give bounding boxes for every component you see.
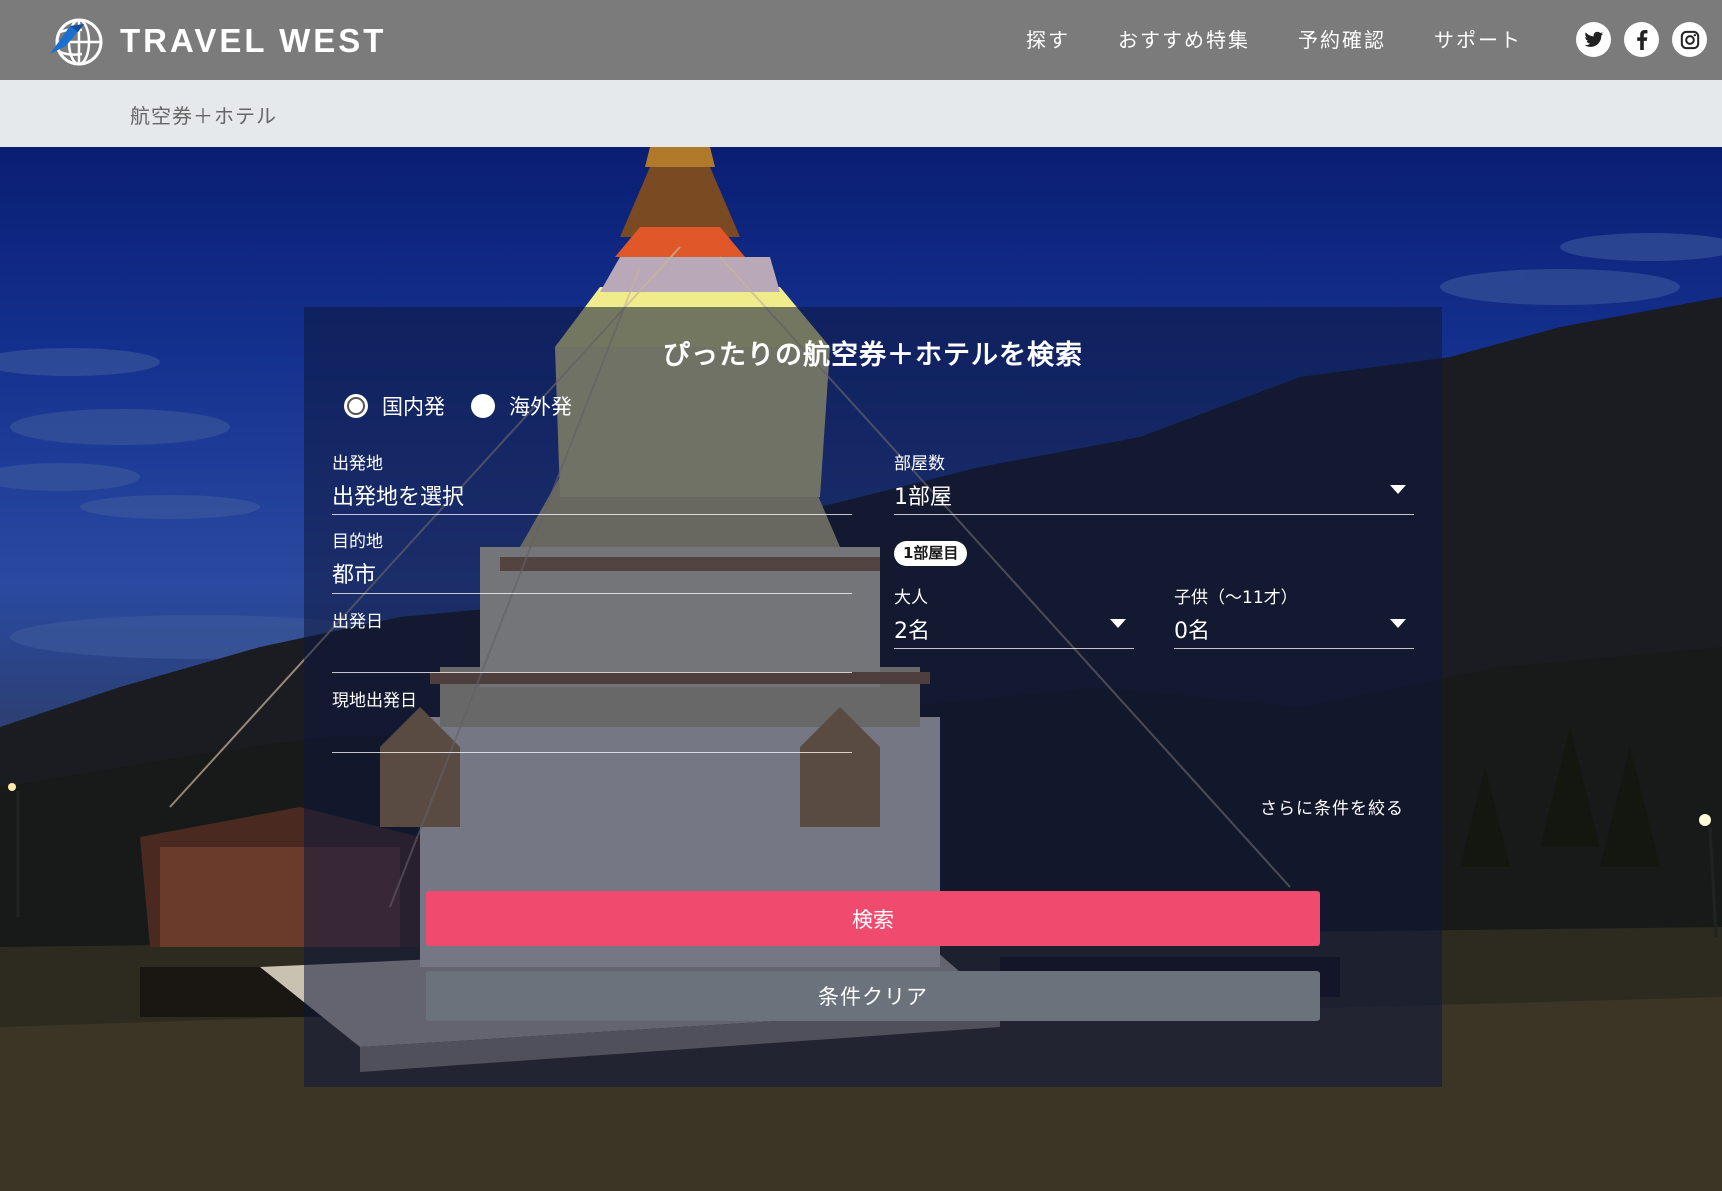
children-value: 0名 bbox=[1174, 619, 1210, 644]
brand-name: TRAVEL WEST bbox=[120, 22, 387, 59]
departure-value: 出発地を選択 bbox=[332, 485, 465, 510]
radio-domestic-label: 国内発 bbox=[382, 395, 445, 419]
departure-field[interactable]: 出発地 出発地を選択 bbox=[332, 449, 852, 515]
radio-domestic-circle[interactable] bbox=[344, 394, 368, 418]
radio-overseas-label: 海外発 bbox=[509, 395, 572, 419]
rooms-label: 部屋数 bbox=[894, 454, 945, 474]
main-nav: 探す おすすめ特集 予約確認 サポート bbox=[1026, 24, 1522, 53]
facebook-icon[interactable] bbox=[1624, 22, 1659, 57]
origin-radio-group: 国内発 海外発 bbox=[344, 391, 598, 421]
room-number-badge: 1部屋目 bbox=[894, 541, 968, 566]
radio-overseas-circle[interactable] bbox=[471, 394, 495, 418]
children-select[interactable]: 子供（〜11才） 0名 bbox=[1174, 583, 1414, 649]
site-header: TRAVEL WEST 探す おすすめ特集 予約確認 サポート bbox=[0, 0, 1722, 80]
adults-select[interactable]: 大人 2名 bbox=[894, 583, 1134, 649]
adults-value: 2名 bbox=[894, 619, 930, 644]
chevron-down-icon bbox=[1110, 619, 1126, 628]
destination-label: 目的地 bbox=[332, 532, 383, 552]
local-depart-date-label: 現地出発日 bbox=[332, 691, 417, 711]
search-panel: ぴったりの航空券＋ホテルを検索 国内発 海外発 出発地 出発地を選択 目的地 都… bbox=[304, 307, 1442, 1087]
nav-item-search[interactable]: 探す bbox=[1026, 24, 1070, 53]
search-button[interactable]: 検索 bbox=[426, 891, 1320, 946]
search-panel-title: ぴったりの航空券＋ホテルを検索 bbox=[663, 340, 1083, 371]
depart-date-field[interactable]: 出発日 bbox=[332, 607, 852, 673]
chevron-down-icon bbox=[1390, 485, 1406, 494]
rooms-select[interactable]: 部屋数 1部屋 bbox=[894, 449, 1414, 515]
destination-value: 都市 bbox=[332, 563, 377, 588]
chevron-down-icon bbox=[1390, 619, 1406, 628]
nav-item-features[interactable]: おすすめ特集 bbox=[1118, 24, 1250, 53]
more-conditions-link[interactable]: さらに条件を絞る bbox=[1260, 794, 1404, 819]
globe-logo-icon bbox=[50, 18, 103, 66]
depart-date-label: 出発日 bbox=[332, 612, 383, 632]
instagram-icon[interactable] bbox=[1672, 22, 1707, 57]
clear-conditions-button[interactable]: 条件クリア bbox=[426, 971, 1320, 1021]
radio-domestic[interactable]: 国内発 bbox=[344, 391, 445, 421]
site-logo[interactable]: TRAVEL WEST bbox=[48, 14, 386, 68]
radio-overseas[interactable]: 海外発 bbox=[471, 391, 572, 421]
local-depart-date-field[interactable]: 現地出発日 bbox=[332, 686, 852, 753]
children-label: 子供（〜11才） bbox=[1174, 588, 1298, 608]
adults-label: 大人 bbox=[894, 588, 928, 608]
twitter-icon[interactable] bbox=[1576, 22, 1611, 57]
departure-label: 出発地 bbox=[332, 454, 383, 474]
social-links bbox=[1576, 22, 1707, 57]
breadcrumb-current: 航空券＋ホテル bbox=[130, 104, 277, 128]
destination-field[interactable]: 目的地 都市 bbox=[332, 527, 852, 594]
nav-item-support[interactable]: サポート bbox=[1434, 24, 1522, 53]
rooms-value: 1部屋 bbox=[894, 485, 952, 510]
breadcrumb: 航空券＋ホテル bbox=[0, 80, 1722, 147]
nav-item-reservation[interactable]: 予約確認 bbox=[1298, 24, 1386, 53]
